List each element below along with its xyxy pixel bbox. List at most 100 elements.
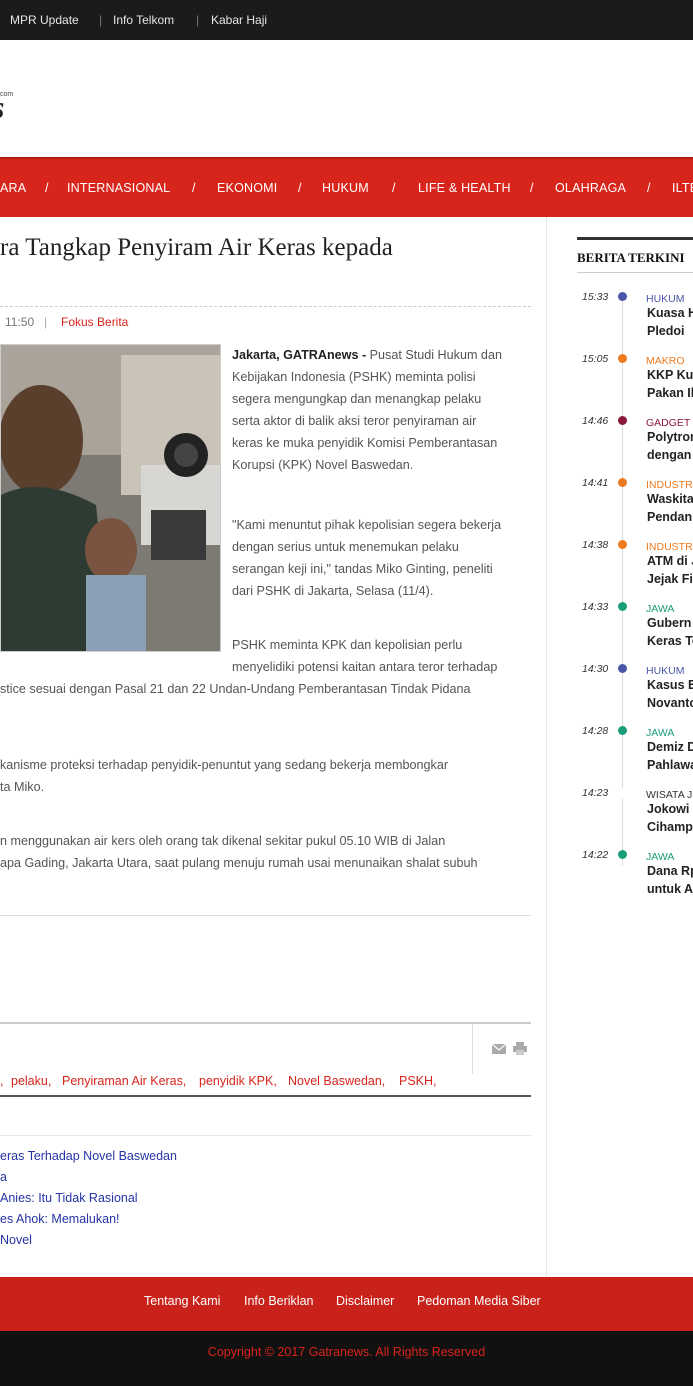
- timeline-dot: [618, 850, 627, 859]
- related-link[interactable]: es Ahok: Memalukan!: [0, 1212, 120, 1226]
- footer-link-pedoman-media-siber[interactable]: Pedoman Media Siber: [417, 1294, 541, 1308]
- news-headline-line[interactable]: Polytron: [647, 430, 693, 444]
- share-bar: [0, 1022, 531, 1074]
- news-headline-line[interactable]: Waskita: [647, 492, 693, 506]
- content-divider: [0, 915, 531, 916]
- tag-link[interactable]: penyidik KPK,: [199, 1074, 277, 1088]
- nav-item-iltek[interactable]: ILTE: [672, 181, 693, 195]
- news-time: 14:46: [582, 415, 609, 427]
- related-link[interactable]: Novel: [0, 1233, 32, 1247]
- news-headline-line[interactable]: Demiz D: [647, 740, 693, 754]
- sidebar-title: BERITA TERKINI: [577, 250, 685, 265]
- news-headline-line[interactable]: Pledoi: [647, 324, 685, 338]
- news-item[interactable]: 15:33 HUKUM Kuasa H Pledoi: [0, 291, 693, 353]
- timeline-dot: [618, 664, 627, 673]
- topbar-link-mpr-update[interactable]: MPR Update: [10, 13, 79, 27]
- site-logo[interactable]: com s: [0, 85, 60, 125]
- news-item[interactable]: 15:05 MAKRO KKP Kul Pakan Il: [0, 353, 693, 415]
- news-item[interactable]: 14:22 JAWA Dana Rp untuk A: [0, 849, 693, 911]
- topbar-link-kabar-haji[interactable]: Kabar Haji: [211, 13, 267, 27]
- news-item[interactable]: 14:28 JAWA Demiz D Pahlawa: [0, 725, 693, 787]
- timeline-dot: [618, 602, 627, 611]
- copyright-bar: Copyright © 2017 Gatranews. All Rights R…: [0, 1331, 693, 1386]
- nav-separator: /: [298, 181, 302, 195]
- nav-item-hukum[interactable]: HUKUM: [322, 181, 369, 195]
- nav-item-life-health[interactable]: LIFE & HEALTH: [418, 181, 511, 195]
- nav-item-internasional[interactable]: INTERNASIONAL: [67, 181, 170, 195]
- copyright-text: Copyright © 2017 Gatranews. All Rights R…: [207, 1345, 486, 1359]
- news-time: 14:23: [582, 787, 609, 799]
- news-headline-line[interactable]: Pahlawa: [647, 758, 693, 772]
- timeline-dot: [618, 788, 629, 799]
- share-divider: [472, 1024, 473, 1074]
- news-category[interactable]: GADGET: [646, 417, 690, 429]
- nav-separator: /: [45, 181, 49, 195]
- tag-link[interactable]: pelaku,: [11, 1074, 51, 1088]
- news-item[interactable]: 14:33 JAWAGubern Keras Te: [0, 601, 693, 663]
- related-link[interactable]: a: [0, 1170, 7, 1184]
- news-item[interactable]: 14:23 WISATA J Jokowi Cihamp: [0, 787, 693, 849]
- news-headline-line[interactable]: ATM di J: [647, 554, 693, 568]
- printer-icon[interactable]: [513, 1042, 527, 1055]
- news-headline-line[interactable]: Jokowi: [647, 802, 689, 816]
- news-item[interactable]: 14:46 GADGET Polytron dengan: [0, 415, 693, 477]
- footer-links-bar: Tentang Kami Info Beriklan Disclaimer Pe…: [0, 1277, 693, 1331]
- timeline-dot: [618, 354, 627, 363]
- news-time: 14:30: [582, 663, 609, 675]
- news-category[interactable]: JAWA: [646, 727, 674, 739]
- tag-link[interactable]: ,: [0, 1074, 3, 1088]
- news-headline-line[interactable]: Keras Te: [647, 634, 693, 648]
- news-item[interactable]: 14:41 INDUSTR Waskita Pendan: [0, 477, 693, 539]
- footer-link-info-beriklan[interactable]: Info Beriklan: [244, 1294, 313, 1308]
- news-category[interactable]: MAKRO: [646, 355, 685, 367]
- news-category[interactable]: JAWA: [646, 851, 674, 863]
- news-time: 15:33: [582, 291, 609, 303]
- envelope-icon[interactable]: [492, 1044, 506, 1054]
- nav-item-olahraga[interactable]: OLAHRAGA: [555, 181, 626, 195]
- news-category[interactable]: HUKUM: [646, 293, 685, 305]
- news-time: 15:05: [582, 353, 609, 365]
- nav-item-nusantara[interactable]: ARA: [0, 181, 26, 195]
- topbar-link-info-telkom[interactable]: Info Telkom: [113, 13, 174, 27]
- news-item[interactable]: 14:38 INDUSTRATM di J Jejak Fi: [0, 539, 693, 601]
- news-headline-line[interactable]: Pakan Il: [647, 386, 693, 400]
- news-headline-line[interactable]: Novanto: [647, 696, 693, 710]
- news-time: 14:22: [582, 849, 609, 861]
- news-time: 14:38: [582, 539, 609, 551]
- news-headline-line[interactable]: dengan: [647, 448, 691, 462]
- related-link[interactable]: eras Terhadap Novel Baswedan: [0, 1149, 177, 1163]
- sidebar-title-underline: [577, 272, 693, 273]
- logo-wordmark: s: [0, 89, 5, 126]
- nav-separator: /: [192, 181, 196, 195]
- news-headline-line[interactable]: Kuasa H: [647, 306, 693, 320]
- news-category[interactable]: HUKUM: [646, 665, 685, 677]
- news-headline-line[interactable]: Dana Rp: [647, 864, 693, 878]
- news-headline-line[interactable]: Cihamp: [647, 820, 693, 834]
- nav-item-ekonomi[interactable]: EKONOMI: [217, 181, 277, 195]
- news-time: 14:41: [582, 477, 609, 489]
- news-item[interactable]: 14:30 HUKUM Kasus E Novanto: [0, 663, 693, 725]
- news-category[interactable]: JAWA: [646, 603, 674, 615]
- news-category[interactable]: INDUSTR: [646, 479, 693, 491]
- tags-divider: [0, 1095, 531, 1097]
- news-headline-line[interactable]: Jejak Fi: [647, 572, 693, 586]
- footer-link-tentang-kami[interactable]: Tentang Kami: [144, 1294, 220, 1308]
- related-divider: [0, 1135, 531, 1136]
- footer-link-disclaimer[interactable]: Disclaimer: [336, 1294, 394, 1308]
- timeline-dot: [618, 292, 627, 301]
- related-link[interactable]: Anies: Itu Tidak Rasional: [0, 1191, 138, 1205]
- news-category[interactable]: WISATA J: [646, 789, 692, 801]
- news-headline-line[interactable]: untuk A: [647, 882, 693, 896]
- tag-link[interactable]: Novel Baswedan,: [288, 1074, 385, 1088]
- news-headline-line[interactable]: KKP Kul: [647, 368, 693, 382]
- news-headline-line[interactable]: Gubern: [647, 616, 691, 630]
- nav-separator: /: [647, 181, 651, 195]
- news-category[interactable]: INDUSTR: [646, 541, 693, 553]
- article-title: ra Tangkap Penyiram Air Keras kepada: [0, 234, 393, 261]
- news-headline-line[interactable]: Pendan: [647, 510, 692, 524]
- tag-link[interactable]: Penyiraman Air Keras,: [62, 1074, 186, 1088]
- topbar-separator: |: [196, 13, 200, 27]
- news-headline-line[interactable]: Kasus E: [647, 678, 693, 692]
- tag-link[interactable]: PSKH,: [399, 1074, 437, 1088]
- news-time: 14:33: [582, 601, 609, 613]
